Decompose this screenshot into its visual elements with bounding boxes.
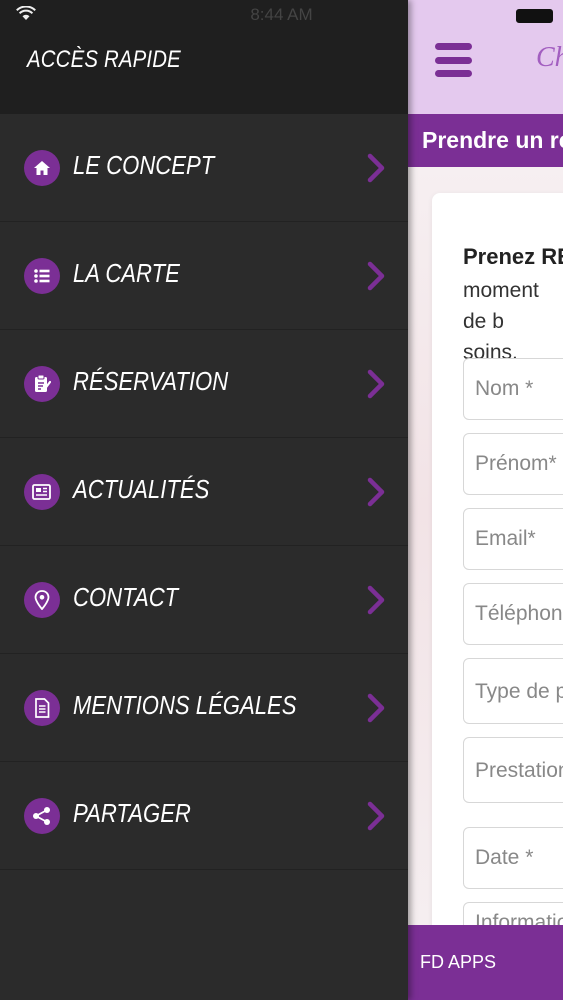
chevron-right-icon [367,261,385,291]
menu-item-label: ACTUALITÉS [73,474,210,504]
menu-item-actualites[interactable]: ACTUALITÉS [0,438,408,546]
chevron-right-icon [367,801,385,831]
menu-item-reservation[interactable]: RÉSERVATION [0,330,408,438]
status-time: 8:44 AM [250,5,313,24]
chevron-right-icon [367,477,385,507]
news-icon [24,474,60,510]
list-icon [24,258,60,294]
side-drawer: ACCÈS RAPIDE LE CONCEPT LA CARTE RÉSERVA… [0,0,408,1000]
menu-item-partager[interactable]: PARTAGER [0,762,408,870]
menu-item-label: MENTIONS LÉGALES [73,690,297,720]
information-field[interactable]: Information [463,902,563,925]
battery-icon [516,9,553,23]
service-type-select[interactable]: Type de pre [463,658,563,724]
name-field[interactable]: Nom * [463,358,563,420]
drawer-title: ACCÈS RAPIDE [27,46,181,73]
status-bar: 8:44 AM [0,0,563,30]
home-icon [24,150,60,186]
chevron-right-icon [367,369,385,399]
menu-item-le-concept[interactable]: LE CONCEPT [0,114,408,222]
card-text: moment de b soins. [463,279,539,364]
card-heading: Prenez REN [463,244,563,269]
menu-item-label: PARTAGER [73,798,191,828]
menu-item-la-carte[interactable]: LA CARTE [0,222,408,330]
clipboard-icon [24,366,60,402]
share-icon [24,798,60,834]
document-icon [24,690,60,726]
chevron-right-icon [367,585,385,615]
drawer-menu: LE CONCEPT LA CARTE RÉSERVATION ACTUALIT… [0,114,408,870]
chevron-right-icon [367,153,385,183]
date-field[interactable]: Date * [463,827,563,889]
email-field[interactable]: Email* [463,508,563,570]
prestation-select[interactable]: Prestation s [463,737,563,803]
phone-field[interactable]: Téléphone * [463,583,563,645]
location-pin-icon [24,582,60,618]
menu-item-mentions-legales[interactable]: MENTIONS LÉGALES [0,654,408,762]
firstname-field[interactable]: Prénom* [463,433,563,495]
menu-item-contact[interactable]: CONTACT [0,546,408,654]
menu-item-label: RÉSERVATION [73,366,229,396]
menu-item-label: LE CONCEPT [73,150,215,180]
chevron-right-icon [367,693,385,723]
app-footer: FD APPS [408,925,563,1000]
menu-item-label: LA CARTE [73,258,180,288]
menu-item-label: CONTACT [73,582,179,612]
